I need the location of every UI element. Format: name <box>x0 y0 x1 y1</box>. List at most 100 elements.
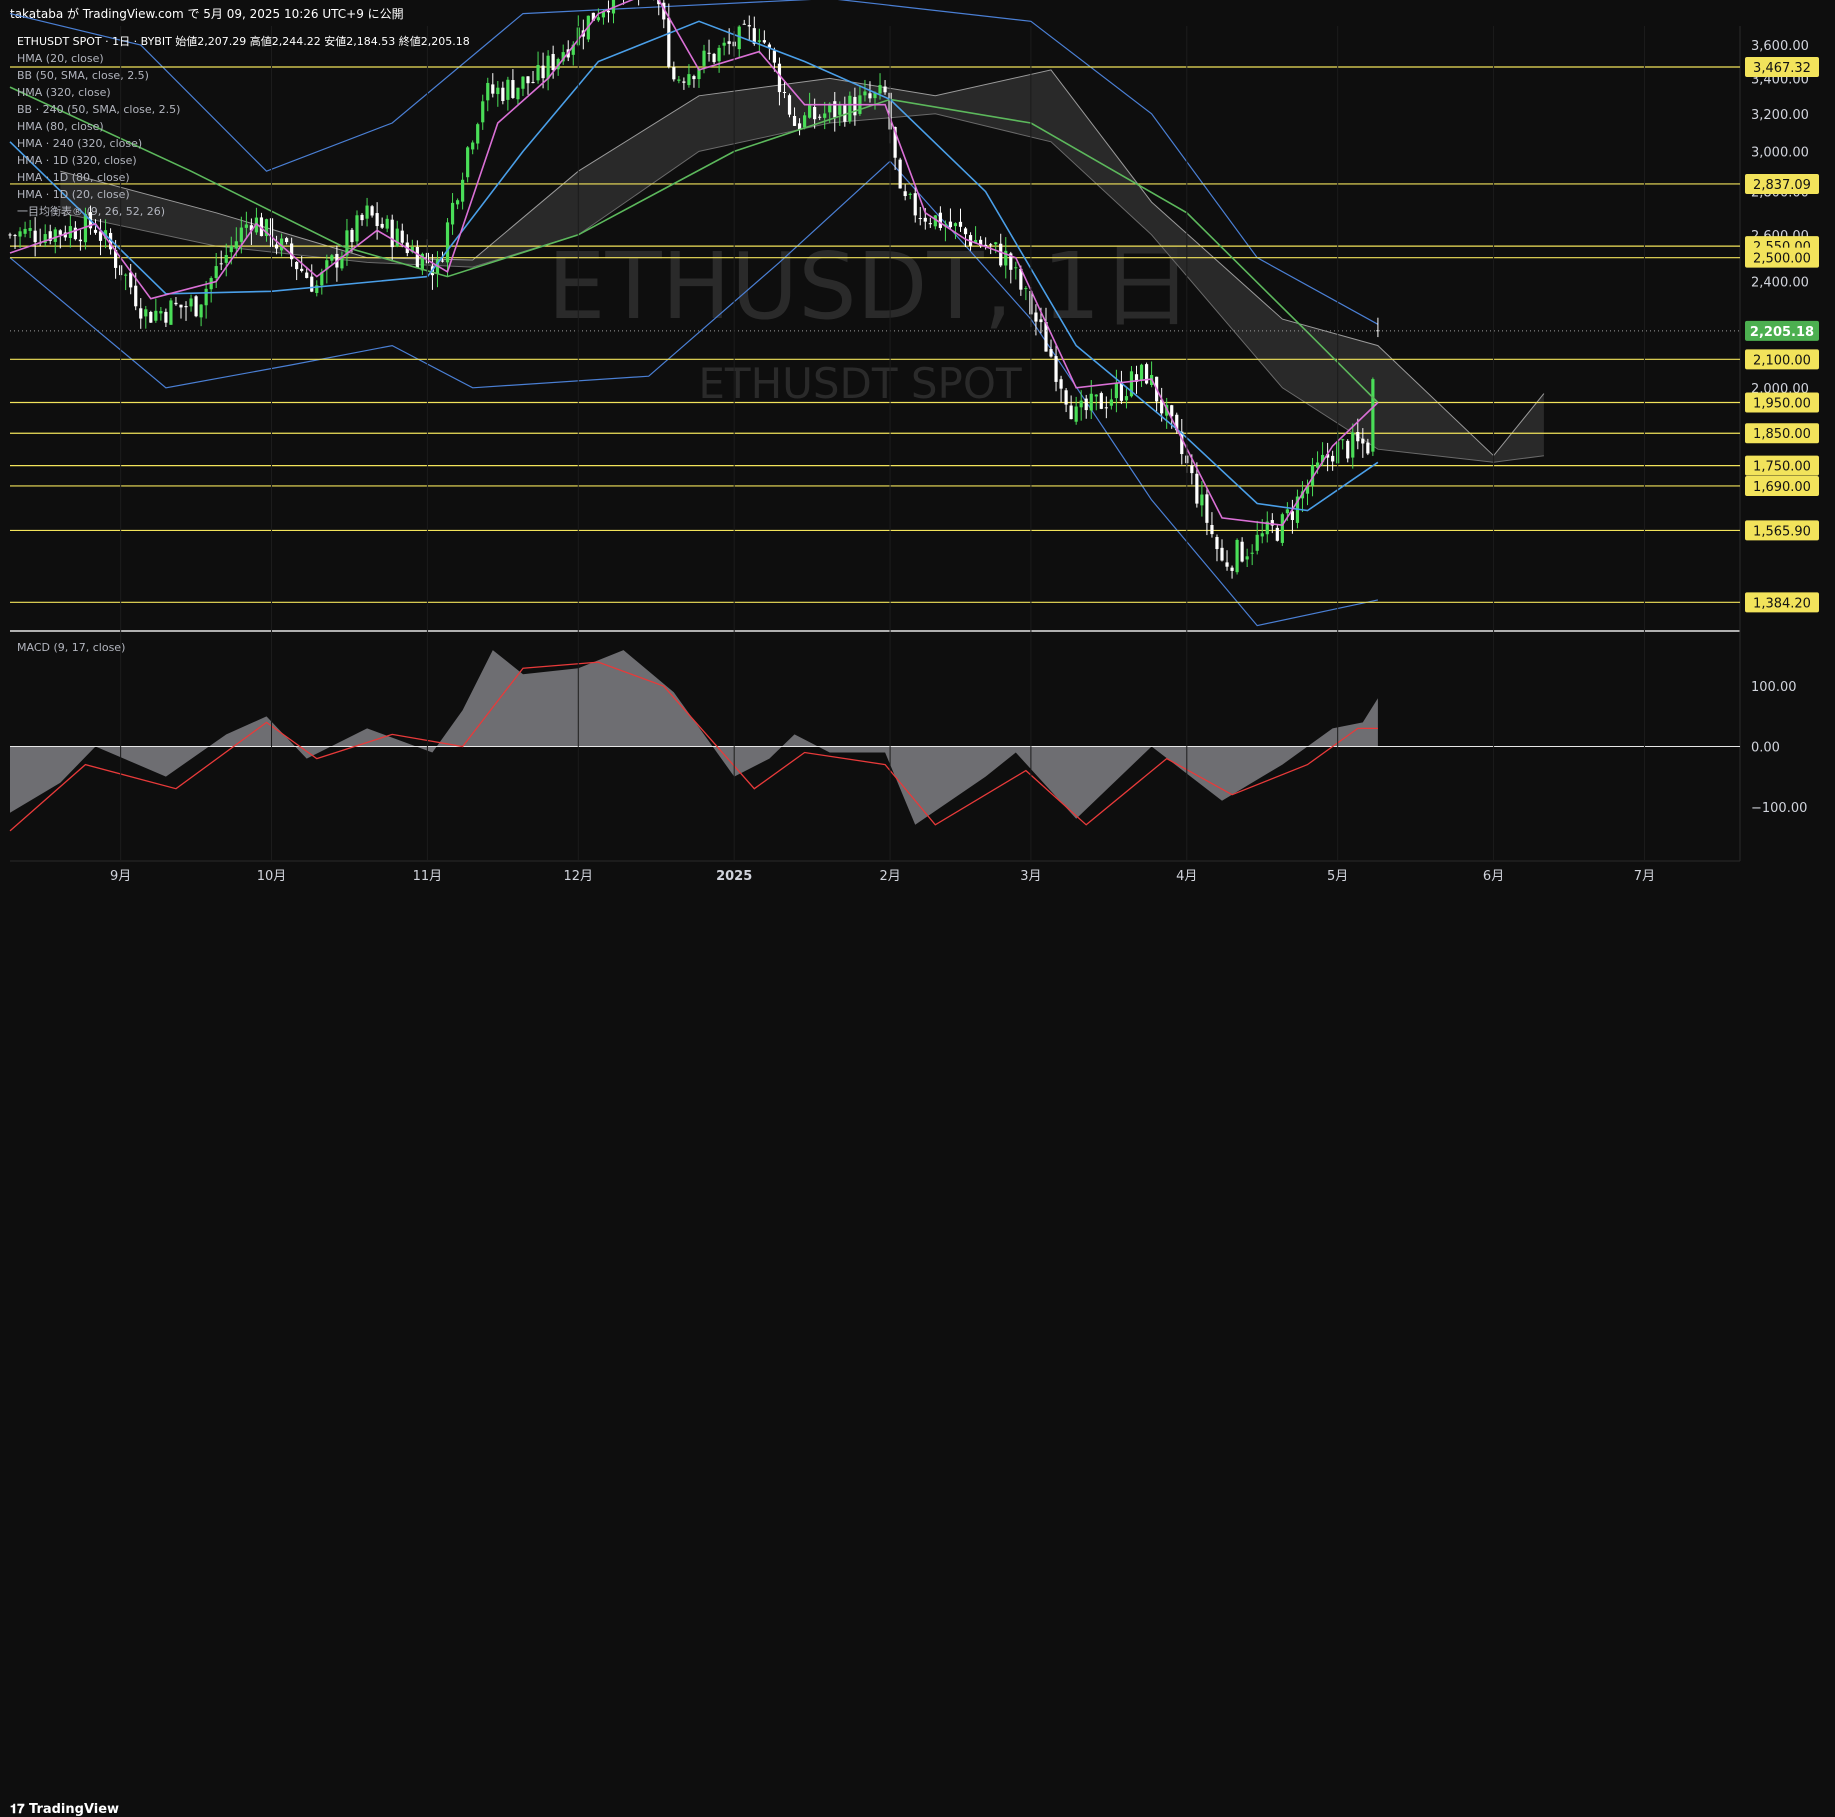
candle-body <box>1114 383 1118 399</box>
candle-body <box>350 229 354 243</box>
candle-body <box>898 159 902 189</box>
candle-body <box>1034 312 1038 322</box>
tradingview-logo-text: TradingView <box>29 1802 120 1817</box>
candle-body <box>1024 288 1028 290</box>
candle-body <box>189 298 193 307</box>
level-price-tag-text: 2,500.00 <box>1753 252 1811 267</box>
candle-body <box>224 255 228 263</box>
candle-body <box>149 311 153 323</box>
candle-body <box>516 87 520 100</box>
candle-body <box>1230 567 1234 571</box>
candle-body <box>455 200 460 205</box>
candle-body <box>134 285 138 307</box>
candle-body <box>541 65 545 79</box>
candle-body <box>53 229 57 242</box>
candle-body <box>521 76 525 89</box>
candle-body <box>818 116 822 118</box>
macd-axis-label: 0.00 <box>1751 741 1780 756</box>
candle-body <box>546 55 550 79</box>
candle-body <box>1054 356 1058 382</box>
legend-indicator-6[interactable]: HMA · 1D (320, close) <box>17 154 137 167</box>
candle-body <box>848 95 852 122</box>
tradingview-chart-window: takataba が TradingView.com で 5月 09, 2025… <box>0 0 1835 1817</box>
tradingview-logo: 𝟏𝟕 TradingView <box>10 1802 119 1817</box>
candle-body <box>506 79 510 100</box>
candle-body <box>777 63 782 93</box>
macd-legend[interactable]: MACD (9, 17, close) <box>17 641 125 654</box>
candle-body <box>963 228 968 235</box>
candle-body <box>355 215 359 242</box>
candle-body <box>310 276 314 292</box>
candle-body <box>1285 509 1289 514</box>
level-price-tag-text: 1,690.00 <box>1753 480 1811 495</box>
candle-body <box>722 42 726 46</box>
candle-body <box>802 115 807 128</box>
candle-body <box>28 228 32 231</box>
legend-indicator-4[interactable]: HMA (80, close) <box>17 120 104 133</box>
time-axis-label: 2025 <box>716 869 752 884</box>
candle-body <box>1109 399 1113 406</box>
candle-body <box>677 79 681 81</box>
legend-indicator-1[interactable]: BB (50, SMA, close, 2.5) <box>17 69 149 82</box>
level-price-tag-text: 1,950.00 <box>1753 397 1811 412</box>
candle-body <box>305 272 309 278</box>
candle-body <box>445 222 450 263</box>
candle-body <box>913 193 917 216</box>
legend-title[interactable]: ETHUSDT SPOT · 1日 · BYBIT 始値2,207.29 高値2… <box>17 34 470 48</box>
candle-body <box>1074 406 1078 422</box>
candle-body <box>958 221 963 227</box>
candle-body <box>1190 465 1194 474</box>
candle-body <box>606 10 611 13</box>
time-axis-label: 10月 <box>257 869 287 884</box>
candle-body <box>536 65 540 81</box>
candle-body <box>1069 405 1073 420</box>
candle-body <box>295 261 299 270</box>
candle-body <box>596 17 601 21</box>
candle-body <box>667 17 671 67</box>
candle-body <box>239 227 243 242</box>
candle-body <box>390 219 394 248</box>
candle-body <box>234 241 238 249</box>
candle-body <box>1079 400 1083 408</box>
candle-body <box>687 74 691 86</box>
legend-indicator-8[interactable]: HMA · 1D (20, close) <box>17 188 130 201</box>
price-axis[interactable]: 2,000.002,200.002,400.002,600.002,800.00… <box>1745 39 1819 613</box>
candle-body <box>1124 396 1129 401</box>
candle-body <box>375 213 379 227</box>
candle-body <box>717 47 721 62</box>
candle-body <box>284 238 289 243</box>
candle-body <box>551 53 555 71</box>
candle-body <box>400 230 404 243</box>
candle-body <box>486 82 490 101</box>
level-price-tag-text: 3,467.32 <box>1753 61 1811 76</box>
candle-body <box>219 263 223 265</box>
candle-body <box>903 191 907 197</box>
candle-body <box>8 234 12 236</box>
macd-axis[interactable]: 100.00 0.00 −100.00 <box>1751 680 1807 816</box>
legend-indicator-2[interactable]: HMA (320, close) <box>17 86 111 99</box>
candle-body <box>999 243 1003 266</box>
candle-body <box>526 76 530 84</box>
candle-body <box>772 50 777 63</box>
candle-body <box>1059 379 1063 389</box>
candle-body <box>1346 440 1350 459</box>
legend-indicator-0[interactable]: HMA (20, close) <box>17 52 104 65</box>
level-price-tag-text: 1,750.00 <box>1753 460 1811 475</box>
legend-indicator-3[interactable]: BB · 240 (50, SMA, close, 2.5) <box>17 103 180 116</box>
candle-body <box>1331 455 1335 462</box>
candle-body <box>1089 393 1093 411</box>
time-axis-label: 11月 <box>413 869 443 884</box>
candle-body <box>787 95 792 115</box>
candle-body <box>450 202 455 225</box>
legend-indicator-7[interactable]: HMA · 1D (80, close) <box>17 171 130 184</box>
candle-body <box>853 96 857 116</box>
candle-body <box>214 266 218 279</box>
legend-indicator-9[interactable]: 一目均衡表® (9, 26, 52, 26) <box>17 204 165 218</box>
candle-body <box>1170 405 1174 417</box>
macd-axis-label: −100.00 <box>1751 801 1807 816</box>
candle-body <box>672 67 676 80</box>
candle-body <box>370 206 374 216</box>
chart-canvas[interactable]: ETHUSDT, 1日 ETHUSDT SPOT 2,000.002,200.0… <box>0 0 1835 896</box>
candle-body <box>1104 407 1108 409</box>
legend-indicator-5[interactable]: HMA · 240 (320, close) <box>17 137 142 150</box>
